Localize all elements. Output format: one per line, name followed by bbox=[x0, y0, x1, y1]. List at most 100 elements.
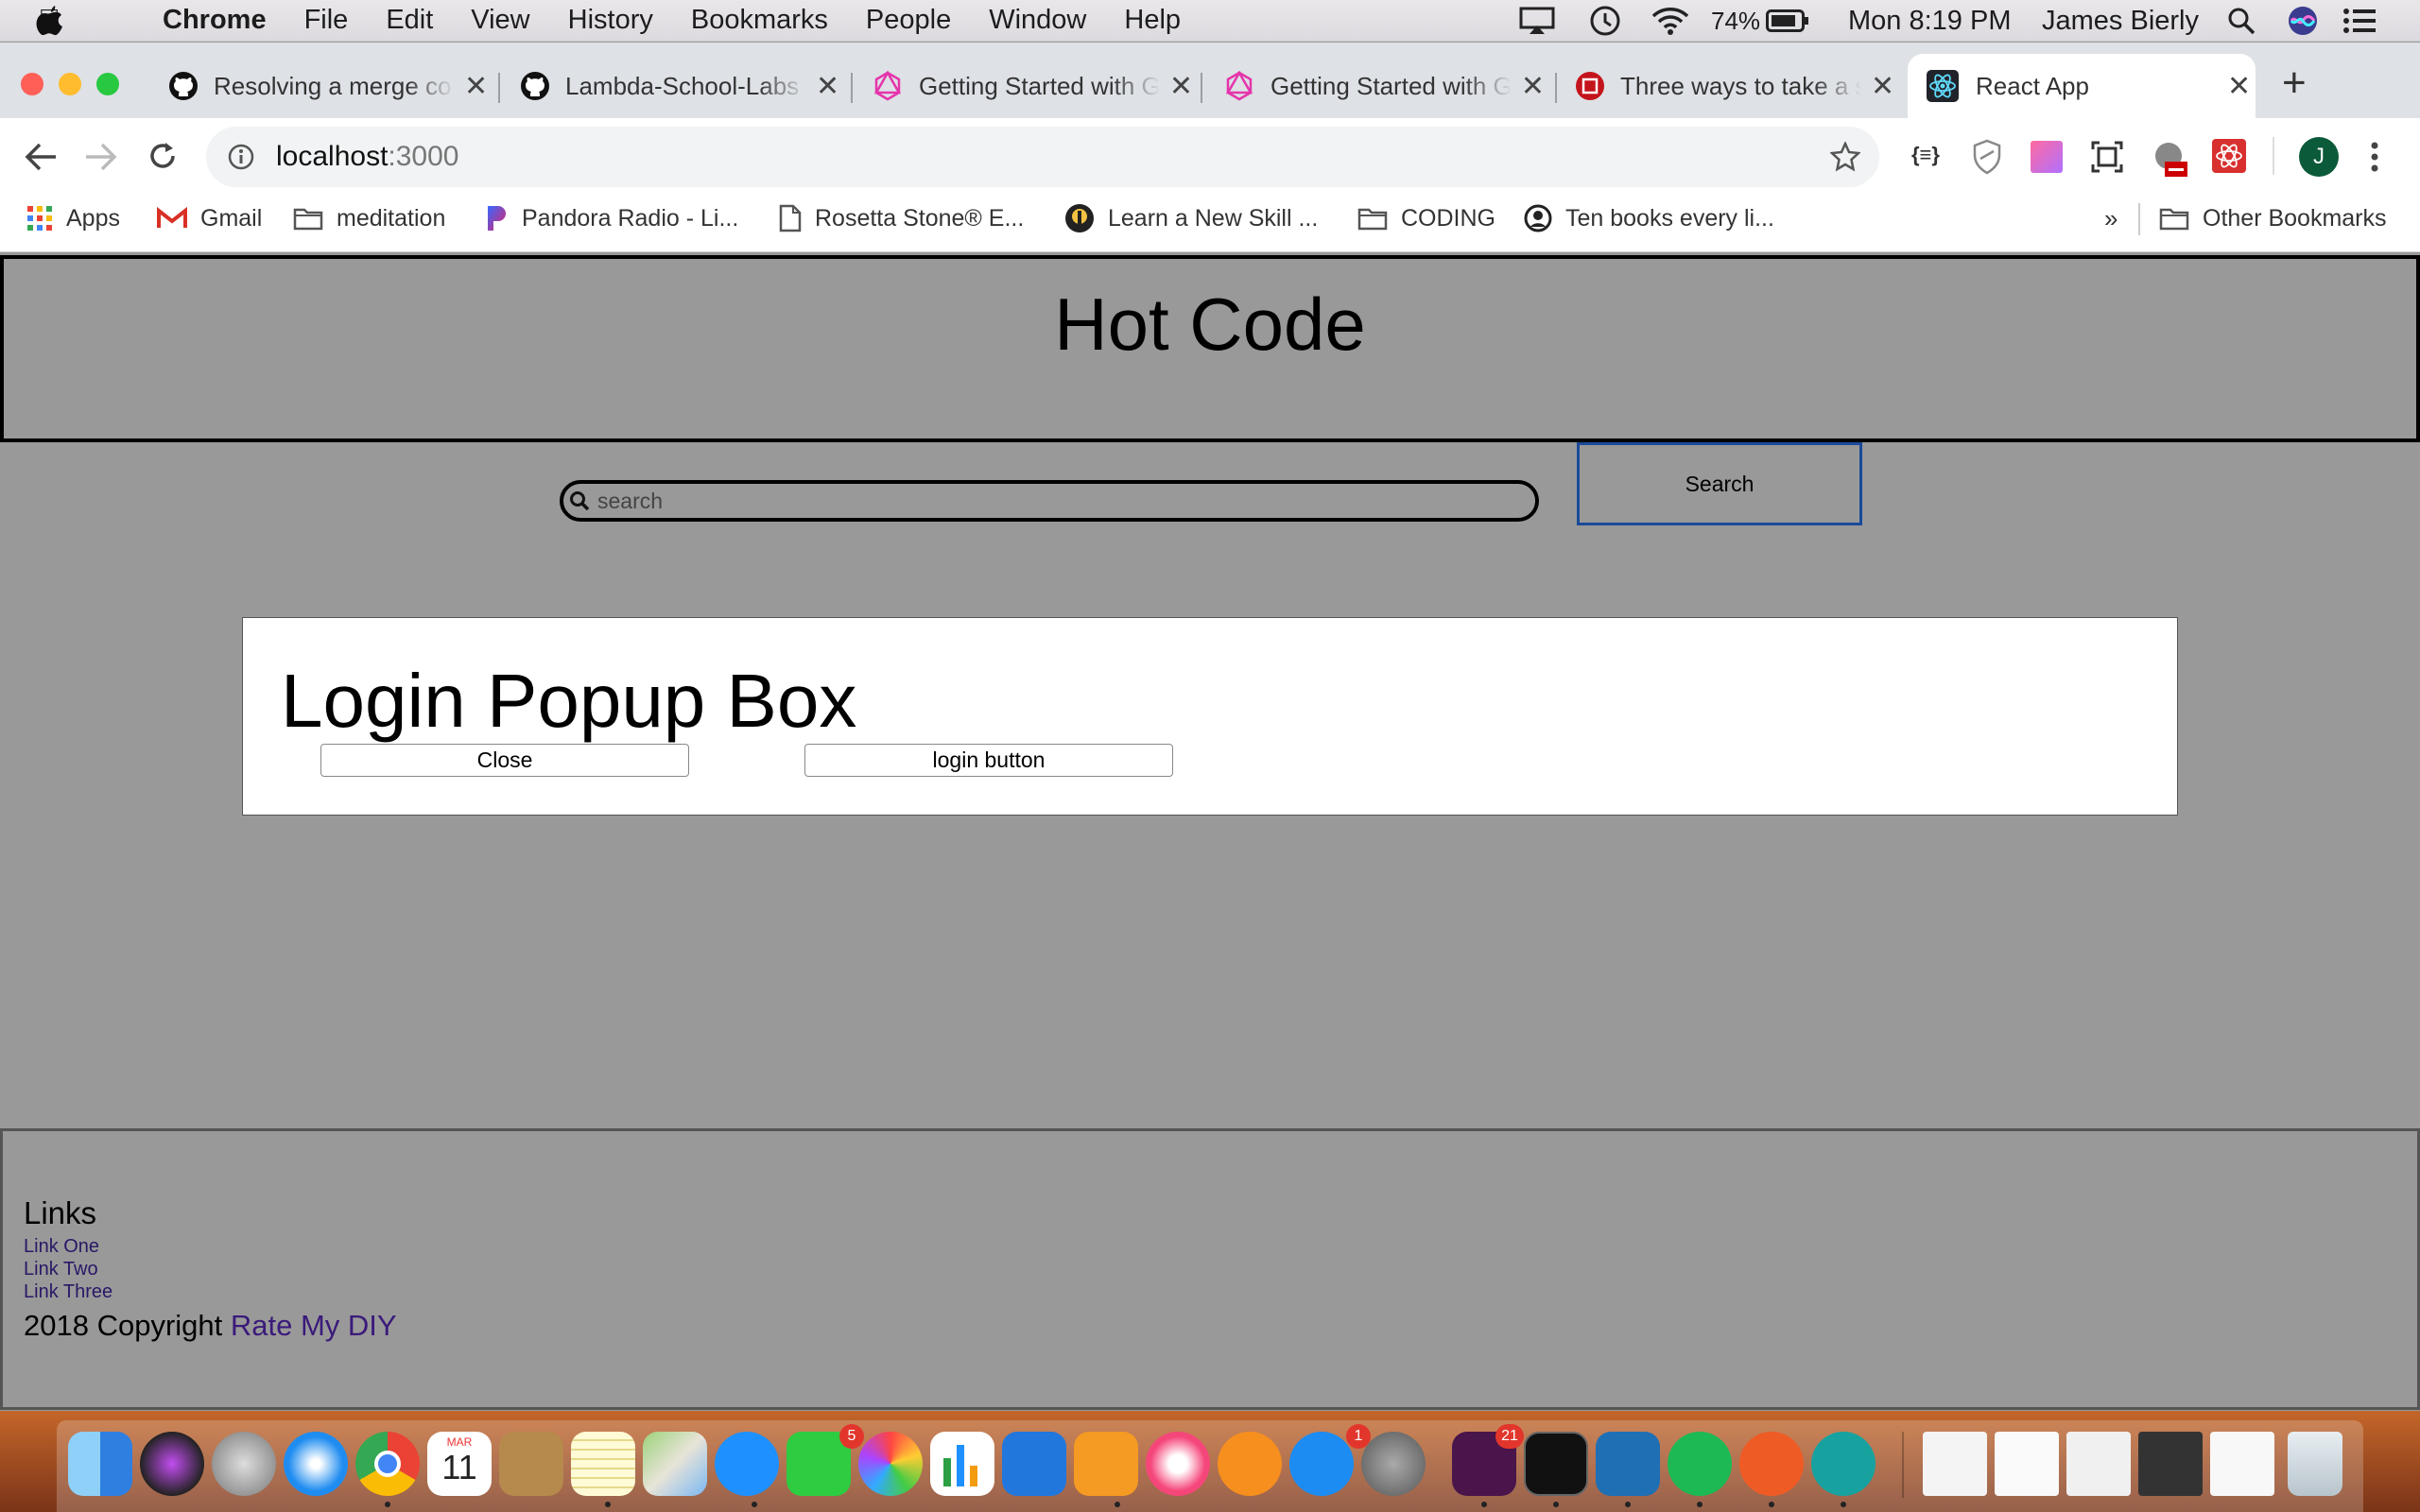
menubar-clock[interactable]: Mon 8:19 PM bbox=[1848, 0, 2011, 42]
notification-center-icon[interactable] bbox=[2342, 0, 2377, 42]
tab-three-ways[interactable]: Three ways to take a s ✕ bbox=[1575, 54, 1896, 118]
app-store-icon[interactable] bbox=[1289, 1432, 1354, 1496]
tab-close-icon[interactable]: ✕ bbox=[1521, 70, 1545, 103]
login-button[interactable]: login button bbox=[804, 744, 1173, 777]
minimize-window-button[interactable] bbox=[59, 73, 81, 95]
reload-icon[interactable] bbox=[146, 139, 180, 173]
url-port: :3000 bbox=[388, 141, 459, 172]
vscode-icon[interactable] bbox=[1596, 1432, 1660, 1496]
recent-document-thumbnail[interactable] bbox=[2066, 1432, 2131, 1496]
bookmark-meditation[interactable]: meditation bbox=[293, 196, 445, 241]
react-devtools-extension-icon[interactable] bbox=[2212, 139, 2246, 173]
pomodoro-extension-icon[interactable] bbox=[2152, 139, 2189, 179]
trash-icon[interactable] bbox=[2288, 1432, 2342, 1496]
chrome-dock-icon[interactable] bbox=[355, 1432, 420, 1496]
tab-getting-started-1[interactable]: Getting Started with G ✕ bbox=[872, 54, 1193, 118]
site-title: Hot Code bbox=[1054, 283, 1366, 366]
siri-icon[interactable] bbox=[2288, 0, 2318, 42]
tab-lambda-school[interactable]: Lambda-School-Labs ✕ bbox=[520, 54, 841, 118]
footer-link-two[interactable]: Link Two bbox=[24, 1258, 2417, 1280]
search-input[interactable]: search bbox=[560, 480, 1539, 522]
profile-avatar[interactable]: J bbox=[2299, 137, 2339, 177]
tab-react-app[interactable]: React App ✕ bbox=[1908, 54, 2256, 118]
maps-icon[interactable] bbox=[643, 1432, 707, 1496]
bookmark-gmail[interactable]: Gmail bbox=[157, 196, 262, 241]
copyright-link[interactable]: Rate My DIY bbox=[231, 1309, 397, 1342]
books-icon[interactable] bbox=[1218, 1432, 1282, 1496]
tab-close-icon[interactable]: ✕ bbox=[816, 70, 839, 103]
apple-icon[interactable] bbox=[36, 6, 64, 36]
system-preferences-icon[interactable] bbox=[1361, 1432, 1426, 1496]
bookmark-rosetta[interactable]: Rosetta Stone® E... bbox=[779, 196, 1024, 241]
back-icon[interactable] bbox=[23, 141, 59, 173]
recent-document-thumbnail[interactable] bbox=[1995, 1432, 2059, 1496]
menu-app-chrome[interactable]: Chrome bbox=[163, 5, 267, 36]
surfshark-icon[interactable] bbox=[1811, 1432, 1876, 1496]
notes-icon[interactable] bbox=[571, 1432, 635, 1496]
pages-icon[interactable] bbox=[1074, 1432, 1138, 1496]
search-button[interactable]: Search bbox=[1577, 442, 1862, 525]
menu-history[interactable]: History bbox=[568, 5, 653, 36]
footer-link-one[interactable]: Link One bbox=[24, 1235, 2417, 1258]
postman-icon[interactable] bbox=[1739, 1432, 1804, 1496]
new-tab-button[interactable]: + bbox=[2282, 60, 2307, 107]
finder-icon[interactable] bbox=[68, 1432, 132, 1496]
launchpad-icon[interactable] bbox=[212, 1432, 276, 1496]
info-icon[interactable] bbox=[227, 143, 255, 171]
photos-icon[interactable] bbox=[858, 1432, 923, 1496]
safari-icon[interactable] bbox=[284, 1432, 348, 1496]
chrome-menu-icon[interactable] bbox=[2367, 139, 2382, 175]
calendar-icon[interactable]: MAR 11 bbox=[427, 1432, 492, 1496]
numbers-icon[interactable] bbox=[930, 1432, 994, 1496]
bookmark-pandora[interactable]: Pandora Radio - Li... bbox=[486, 196, 738, 241]
bookmark-learn-skill[interactable]: Learn a New Skill ... bbox=[1064, 196, 1318, 241]
battery-icon[interactable] bbox=[1766, 0, 1809, 42]
menu-edit[interactable]: Edit bbox=[386, 5, 433, 36]
running-indicator bbox=[1769, 1502, 1774, 1507]
itunes-icon[interactable] bbox=[1146, 1432, 1210, 1496]
time-machine-icon[interactable] bbox=[1588, 0, 1622, 42]
footer-link-three[interactable]: Link Three bbox=[24, 1280, 2417, 1303]
menu-file[interactable]: File bbox=[304, 5, 349, 36]
bookmark-coding[interactable]: CODING bbox=[1357, 196, 1495, 241]
recent-document-thumbnail[interactable] bbox=[2210, 1432, 2274, 1496]
tab-close-icon[interactable]: ✕ bbox=[464, 70, 488, 103]
siri-dock-icon[interactable] bbox=[140, 1432, 204, 1496]
menu-bookmarks[interactable]: Bookmarks bbox=[691, 5, 828, 36]
forward-icon[interactable] bbox=[83, 141, 119, 173]
shield-extension-icon[interactable] bbox=[1971, 139, 2003, 175]
screenshot-extension-icon[interactable] bbox=[2091, 141, 2123, 173]
github-icon bbox=[521, 72, 549, 100]
menu-view[interactable]: View bbox=[471, 5, 529, 36]
spotlight-search-icon[interactable] bbox=[2227, 0, 2256, 42]
json-formatter-extension-icon[interactable]: {≡} bbox=[1911, 143, 1940, 167]
zoom-window-button[interactable] bbox=[96, 73, 119, 95]
airplay-icon[interactable] bbox=[1518, 0, 1556, 42]
keynote-icon[interactable] bbox=[1002, 1432, 1066, 1496]
tab-close-icon[interactable]: ✕ bbox=[2227, 70, 2251, 103]
menubar-user[interactable]: James Bierly bbox=[2042, 0, 2199, 42]
tab-getting-started-2[interactable]: Getting Started with G ✕ bbox=[1223, 54, 1545, 118]
messages-icon[interactable] bbox=[715, 1432, 779, 1496]
wifi-icon[interactable] bbox=[1651, 0, 1690, 42]
bookmark-star-icon[interactable] bbox=[1830, 142, 1860, 172]
menu-people[interactable]: People bbox=[866, 5, 951, 36]
address-bar[interactable]: localhost:3000 bbox=[206, 127, 1879, 187]
bookmarks-overflow-button[interactable]: » bbox=[2104, 196, 2118, 241]
recent-document-thumbnail[interactable] bbox=[2138, 1432, 2203, 1496]
bookmark-ten-books[interactable]: Ten books every li... bbox=[1524, 196, 1774, 241]
bookmark-other-bookmarks[interactable]: Other Bookmarks bbox=[2159, 196, 2387, 241]
close-window-button[interactable] bbox=[21, 73, 43, 95]
close-button[interactable]: Close bbox=[320, 744, 689, 777]
tab-close-icon[interactable]: ✕ bbox=[1871, 70, 1894, 103]
menu-help[interactable]: Help bbox=[1124, 5, 1181, 36]
tab-resolving-merge[interactable]: Resolving a merge co ✕ bbox=[168, 54, 490, 118]
terminal-icon[interactable] bbox=[1524, 1432, 1588, 1496]
spotify-icon[interactable] bbox=[1668, 1432, 1732, 1496]
menu-window[interactable]: Window bbox=[989, 5, 1086, 36]
bookmark-apps[interactable]: Apps bbox=[26, 196, 120, 241]
color-extension-icon[interactable] bbox=[2031, 141, 2063, 173]
tab-close-icon[interactable]: ✕ bbox=[1169, 70, 1193, 103]
contacts-icon[interactable] bbox=[499, 1432, 563, 1496]
recent-document-thumbnail[interactable] bbox=[1923, 1432, 1987, 1496]
